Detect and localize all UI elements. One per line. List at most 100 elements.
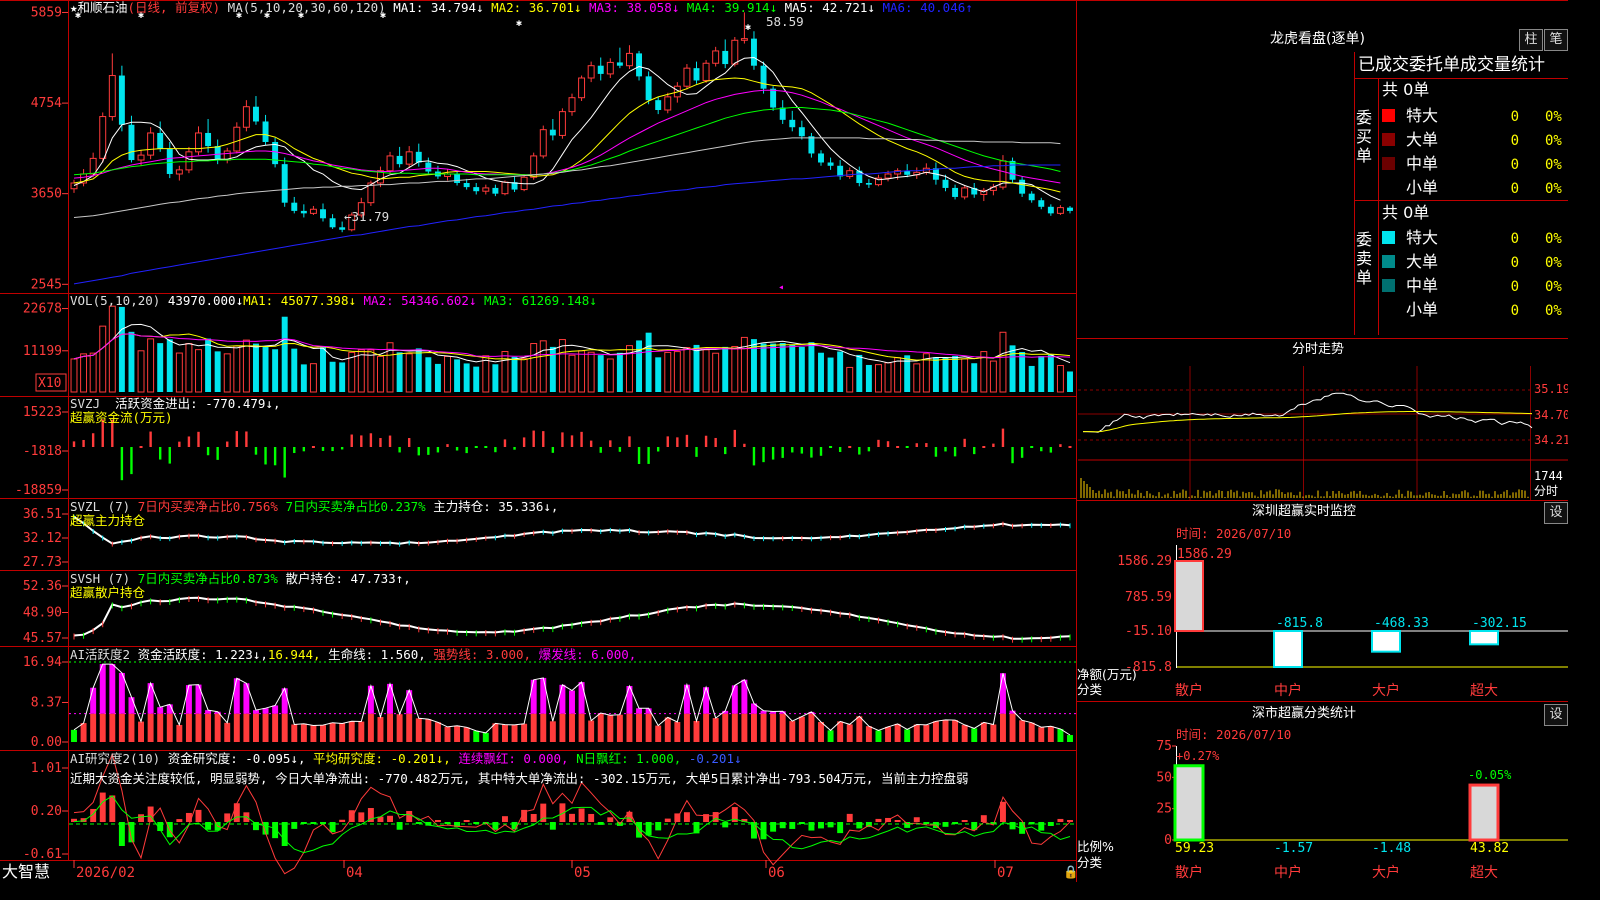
ai-active-bar (463, 727, 470, 742)
ai-active-bar (233, 713, 240, 742)
ai-research-bar (569, 813, 575, 822)
svzj-bar (1001, 428, 1005, 447)
svzj-bar (91, 433, 95, 447)
svzj-bar (379, 438, 382, 447)
vol-bar (530, 343, 538, 393)
intraday-axis-label: 34.21 (1534, 433, 1568, 447)
stock-title-sub: (日线, 前复权) (127, 0, 221, 15)
sz-monitor-bar-value: 1586.29 (1177, 547, 1232, 562)
ai-active-bar (348, 721, 355, 742)
candle-body (779, 107, 786, 120)
ai-active-bar (837, 721, 844, 742)
price-axis-label: 2545 (31, 277, 62, 292)
ai-active-bar (712, 718, 719, 742)
ai-active-bar (703, 713, 710, 742)
vol-bar (961, 358, 969, 393)
svzj-bar (273, 447, 277, 466)
ai-active-bar (320, 725, 326, 742)
svzj-axis-label: -18859 (15, 483, 62, 498)
chart-canvas[interactable]: 5859475436502545✱ ✱ ✱ ✱ ✱ ✱✱ ✱◂2267811199X1015… (0, 0, 1568, 882)
column-view-button[interactable]: 柱 (1519, 29, 1543, 51)
candle-body (185, 151, 193, 171)
sz-class-bar-value: 43.82 (1470, 841, 1509, 856)
brand-logo[interactable]: 大智慧 (2, 862, 50, 882)
ai-active-bar (990, 724, 997, 742)
ai-active-bar (147, 713, 154, 742)
sz-monitor-settings-button[interactable]: 设 (1544, 502, 1568, 524)
candle-body (616, 62, 623, 66)
svzl-axis-label: 27.73 (23, 555, 62, 570)
svzj-bar (858, 447, 861, 455)
ma-values: MA1: 34.794↓ MA2: 36.701↓ MA3: 38.058↓ M… (393, 0, 973, 15)
sz-class-settings-button[interactable]: 设 (1544, 704, 1568, 726)
ai-active-bar (71, 729, 77, 742)
candle-body (722, 50, 729, 65)
vol-bar (808, 342, 815, 392)
svzj-bar (82, 439, 85, 447)
ai-active-bar (760, 713, 767, 742)
ai-research-bar (233, 803, 240, 822)
ai-active-bar (923, 724, 930, 742)
vol-ma3: MA3: 61269.148↓ (483, 293, 597, 308)
ai-active-bar-hot (367, 685, 374, 714)
scroll-marker: ◂ (778, 282, 784, 293)
vol-bar (89, 352, 97, 393)
buy-total: 共 0单 (1382, 80, 1430, 99)
ai-active-bar-hot (233, 678, 240, 714)
ai-active-bar (1047, 726, 1054, 742)
ai-active-bar (252, 713, 259, 742)
svzj-bar (580, 431, 583, 447)
date-label: 2026/02 (76, 865, 135, 881)
ai-active-bar (224, 722, 231, 742)
ai-research-bar (176, 819, 183, 822)
tick-view-button[interactable]: 笔 (1544, 29, 1568, 51)
vol-bar (913, 363, 921, 393)
candle-body (1038, 200, 1045, 207)
ai-active-bar (770, 713, 777, 742)
candle-body (1067, 207, 1073, 211)
price-axis-label: 4754 (31, 96, 62, 111)
dragon-tab[interactable]: 已成交委托单成交量统计 (1358, 55, 1545, 75)
high-price-label: 58.59 (766, 14, 804, 29)
candle-body (587, 65, 595, 79)
svzj-bar (934, 447, 938, 457)
vol-bar (511, 356, 518, 392)
vol-bar (444, 355, 451, 393)
sell-row-pct: 0% (1545, 303, 1562, 319)
sell-row-value: 0 (1511, 231, 1519, 247)
ma-value-2: MA2: 36.701↓ (491, 0, 589, 15)
sz-class-xlabel: 分类 (1077, 855, 1103, 870)
ai-active-bar (789, 721, 796, 742)
candle-body (827, 162, 834, 166)
ai-active-bar (597, 713, 604, 742)
candle-body (770, 88, 777, 108)
sell-row-value: 0 (1511, 255, 1519, 271)
ai-active-bar (205, 713, 212, 742)
buy-row-name: 小单 (1406, 178, 1438, 197)
ai-research-bar (118, 822, 125, 846)
vol-bar (233, 345, 241, 393)
svzj-bar (446, 444, 449, 447)
candle-body (108, 75, 116, 118)
star-marker: ✱ (745, 22, 751, 33)
ai-active-bar (808, 713, 815, 742)
ai-research-bar (224, 813, 231, 822)
svzj-bar (503, 439, 507, 447)
candle-body (281, 164, 288, 203)
ai-active-bar-hot (90, 687, 97, 714)
vol-bar (874, 364, 882, 393)
intraday-title[interactable]: 分时走势 (1292, 343, 1344, 357)
stock-title[interactable]: ★和顺石油 (70, 0, 128, 15)
sell-row-swatch (1382, 279, 1395, 292)
vol-bar (492, 364, 499, 392)
sz-monitor-axis-label: -15.10 (1125, 624, 1172, 639)
ai-active-bar (865, 726, 872, 742)
svzl-axis-label: 32.12 (23, 531, 62, 546)
ai-active-bar (645, 713, 652, 742)
svzj-bar (551, 447, 555, 453)
ai-active-bar (856, 716, 863, 742)
candle-body (415, 151, 422, 163)
ai-research-bar (492, 822, 499, 830)
svsh-axis-label: 48.90 (23, 605, 62, 620)
svzj-bar (149, 431, 152, 447)
